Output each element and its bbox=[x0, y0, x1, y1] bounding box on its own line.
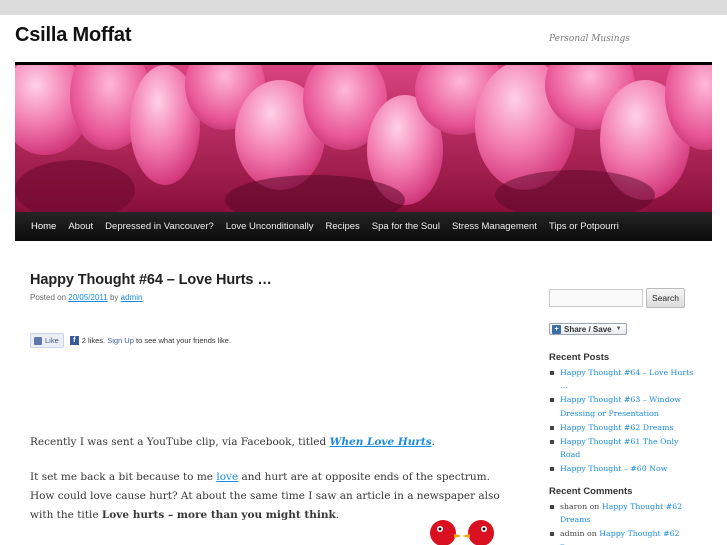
share-icon: + bbox=[552, 324, 561, 334]
post-paragraph-1: Recently I was sent a YouTube clip, via … bbox=[30, 433, 510, 452]
paragraph-text: Recently I was sent a YouTube clip, via … bbox=[30, 436, 330, 448]
site-tagline: Personal Musings bbox=[549, 34, 630, 44]
list-item: Happy Thought #62 Dreams bbox=[549, 421, 699, 434]
comment-author: sharon bbox=[560, 502, 588, 511]
list-item: Happy Thought #61 The Only Road bbox=[549, 435, 699, 461]
nav-about[interactable]: About bbox=[62, 212, 99, 241]
post-title[interactable]: Happy Thought #64 – Love Hurts … bbox=[30, 272, 272, 288]
love-link[interactable]: love bbox=[216, 471, 238, 483]
recent-post-link[interactable]: Happy Thought #64 – Love Hurts … bbox=[560, 368, 693, 390]
cyclamen-flowers-image bbox=[15, 65, 712, 212]
when-love-hurts-link[interactable]: When Love Hurts bbox=[330, 436, 432, 448]
comment-author: admin bbox=[560, 529, 585, 539]
chevron-down-icon: ▼ bbox=[615, 326, 622, 332]
nav-recipes[interactable]: Recipes bbox=[319, 212, 365, 241]
facebook-signup-suffix: to see what your friends like. bbox=[135, 336, 232, 345]
comment-on: on bbox=[587, 529, 597, 539]
recent-comments-list: sharon on Happy Thought #62 Dreams admin… bbox=[549, 500, 699, 545]
nav-stress-management[interactable]: Stress Management bbox=[446, 212, 543, 241]
post-author-link[interactable]: admin bbox=[121, 293, 143, 302]
header-banner-image bbox=[15, 65, 712, 212]
paragraph-text: It set me back a bit because to me bbox=[30, 471, 217, 483]
bold-article-title: Love hurts – more than you might think bbox=[101, 509, 336, 521]
top-strip bbox=[0, 0, 727, 15]
list-item: Happy Thought – #60 Now bbox=[549, 462, 699, 475]
list-item: Happy Thought #63 – Window Dressing or P… bbox=[549, 393, 699, 419]
paragraph-end: . bbox=[431, 436, 436, 448]
recent-post-link[interactable]: Happy Thought – #60 Now bbox=[560, 464, 667, 473]
facebook-icon: f bbox=[69, 336, 79, 345]
search-button[interactable]: Search bbox=[646, 288, 685, 308]
thumbs-up-icon bbox=[34, 336, 42, 345]
nav-home[interactable]: Home bbox=[25, 212, 62, 241]
share-save-button[interactable]: + Share / Save ▼ bbox=[549, 323, 627, 335]
main-nav: Home About Depressed in Vancouver? Love … bbox=[15, 212, 712, 241]
list-item: sharon on Happy Thought #62 Dreams bbox=[549, 500, 699, 526]
by-label: by bbox=[109, 293, 119, 302]
nav-tips-or-potpourri[interactable]: Tips or Potpourri bbox=[543, 212, 625, 241]
share-label: Share / Save bbox=[564, 324, 612, 334]
post-date-link[interactable]: 20/05/2011 bbox=[68, 293, 107, 302]
post-meta: Posted on 20/05/2011 by admin bbox=[30, 293, 142, 302]
recent-post-link[interactable]: Happy Thought #61 The Only Road bbox=[560, 437, 678, 459]
recent-posts-title: Recent Posts bbox=[549, 352, 610, 363]
nav-love-unconditionally[interactable]: Love Unconditionally bbox=[220, 212, 320, 241]
facebook-signup-link[interactable]: Sign Up bbox=[107, 336, 134, 345]
nav-depressed-in-vancouver[interactable]: Depressed in Vancouver? bbox=[99, 212, 220, 241]
search-input[interactable] bbox=[549, 289, 643, 307]
recent-comments-title: Recent Comments bbox=[549, 486, 633, 497]
posted-on-label: Posted on bbox=[30, 293, 67, 302]
red-birds-image bbox=[430, 520, 494, 545]
comment-on: on bbox=[589, 502, 600, 511]
like-label: Like bbox=[45, 336, 59, 345]
facebook-like-widget: Like f 2 likes. Sign Up to see what your… bbox=[30, 333, 231, 348]
facebook-like-button[interactable]: Like bbox=[30, 333, 64, 348]
recent-posts-list: Happy Thought #64 – Love Hurts … Happy T… bbox=[549, 366, 699, 477]
site-title[interactable]: Csilla Moffat bbox=[15, 24, 131, 47]
like-count: 2 likes. bbox=[81, 336, 106, 345]
recent-post-link[interactable]: Happy Thought #62 Dreams bbox=[560, 423, 673, 432]
recent-post-link[interactable]: Happy Thought #63 – Window Dressing or P… bbox=[560, 395, 681, 417]
paragraph-end: . bbox=[335, 509, 340, 521]
list-item: admin on Happy Thought #62 Dreams bbox=[549, 527, 699, 545]
list-item: Happy Thought #64 – Love Hurts … bbox=[549, 366, 699, 392]
nav-spa-for-the-soul[interactable]: Spa for the Soul bbox=[366, 212, 446, 241]
